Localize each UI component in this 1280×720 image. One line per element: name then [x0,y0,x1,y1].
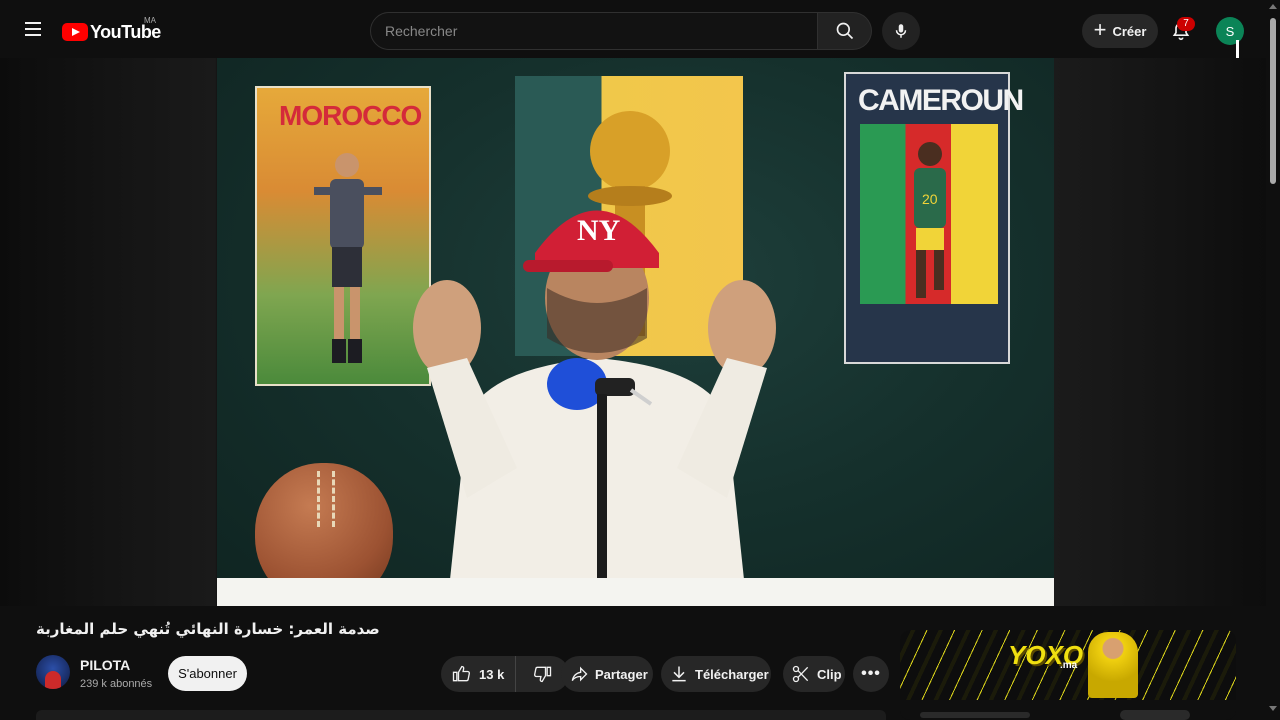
channel-name[interactable]: PILOTA [80,657,130,673]
like-count: 13 k [479,666,505,682]
guide-menu-button[interactable] [20,18,46,44]
player-figure: 20 [914,142,946,298]
ad-footer-button-placeholder [1120,710,1190,720]
goalkeeper-figure [314,153,382,363]
sponsored-ad-card[interactable]: YOXO .ma [900,630,1236,720]
create-button[interactable]: + Créer [1082,14,1158,48]
scroll-down-arrow-icon[interactable] [1269,706,1277,711]
account-avatar[interactable]: S [1216,17,1244,45]
microphone-icon [895,24,907,38]
download-button[interactable]: Télécharger [661,656,771,692]
microphone-stand [547,358,653,594]
download-icon [672,666,686,682]
search-box [370,12,818,50]
search-input[interactable] [385,13,817,49]
thumbs-down-icon [533,666,551,683]
svg-text:20: 20 [922,191,938,207]
thumbs-up-icon [452,665,470,682]
create-label: Créer [1112,23,1147,39]
video-frame[interactable]: MOROCCO CAMEROUN 20 NY [217,58,1054,606]
ad-footer [900,700,1236,720]
ad-footer-text-placeholder [920,712,1030,718]
hamburger-line [25,22,41,24]
download-label: Télécharger [695,666,769,682]
search-button[interactable] [818,12,872,50]
ball-lace [317,471,335,527]
scroll-thumb[interactable] [1270,18,1276,184]
more-actions-button[interactable]: ••• [853,656,889,692]
clip-label: Clip [817,666,842,682]
like-button[interactable]: 13 k [441,656,516,692]
share-button[interactable]: Partager [561,656,653,692]
subscriber-count: 239 k abonnés [80,678,153,690]
youtube-play-icon [62,23,88,41]
hamburger-line [25,28,41,30]
voice-search-button[interactable] [882,12,920,50]
poster-morocco-text: MOROCCO [279,100,422,131]
like-dislike-group: 13 k [441,656,569,692]
ad-brand-suffix: .ma [1060,660,1078,671]
description-box-edge[interactable] [36,710,886,720]
video-title: صدمة العمر: خسارة النهائي تُنهي حلم المغ… [36,620,380,638]
ad-mascot-image [1088,632,1138,698]
scissors-icon [792,665,809,683]
hamburger-line [25,34,41,36]
channel-avatar[interactable] [36,655,70,689]
country-code: MA [144,16,156,25]
page-scrollbar[interactable] [1266,0,1280,720]
poster-cameroun-text: CAMEROUN [858,84,1024,117]
plus-icon: + [1093,17,1107,42]
cap-logo: NY [577,214,621,247]
video-player[interactable]: MOROCCO CAMEROUN 20 NY [0,58,1266,606]
desk-surface [217,578,1054,606]
scroll-up-arrow-icon[interactable] [1269,4,1277,9]
poster-morocco: MOROCCO [255,86,431,386]
clip-button[interactable]: Clip [783,656,845,692]
share-arrow-icon [571,666,588,682]
poster-cameroun: CAMEROUN 20 [844,72,1024,364]
cameroon-flag: 20 [860,124,998,304]
subscribe-button[interactable]: S'abonner [168,656,247,691]
masthead: YouTube MA + Créer 7 S [0,0,1280,60]
ad-banner: YOXO .ma [900,630,1236,700]
share-label: Partager [595,666,648,682]
player-ambient-right [1054,58,1266,606]
notification-badge: 7 [1177,17,1195,31]
search-icon [836,22,853,40]
